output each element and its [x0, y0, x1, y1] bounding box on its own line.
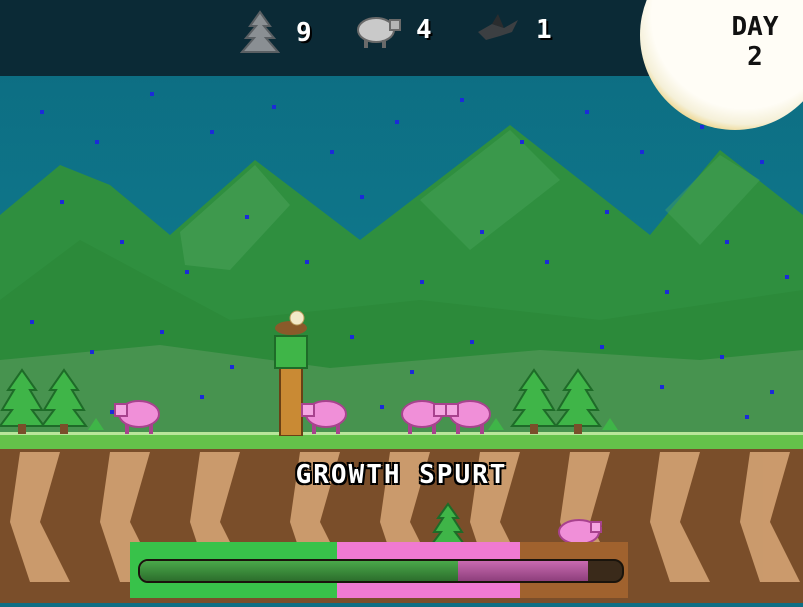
sheep: [401, 400, 447, 434]
sheep-counter: 4: [354, 10, 433, 50]
flock: [114, 400, 491, 434]
leaf-block: [274, 335, 308, 369]
crows-counter: 1: [474, 10, 553, 50]
day-label: DAY: [731, 12, 779, 42]
sheep: [301, 400, 347, 434]
sheep: [445, 400, 491, 434]
pine-tree-icon: [240, 10, 280, 53]
sheep-count: 4: [416, 15, 433, 45]
crows-count: 1: [536, 15, 553, 45]
sheep: [114, 400, 160, 434]
progress-track: [138, 559, 624, 583]
tree-progress-fill: [140, 561, 459, 581]
event-title: GROWTH SPURT: [295, 460, 508, 490]
day-number: 2: [747, 42, 763, 72]
growth-progress-bar: [130, 542, 628, 598]
egg-icon: [289, 310, 305, 326]
crow-icon: [478, 14, 518, 40]
trees-count: 9: [296, 18, 313, 48]
sheep-icon: [357, 17, 401, 48]
trees-counter: 9: [240, 10, 313, 56]
day-indicator: DAY 2: [705, 12, 803, 72]
